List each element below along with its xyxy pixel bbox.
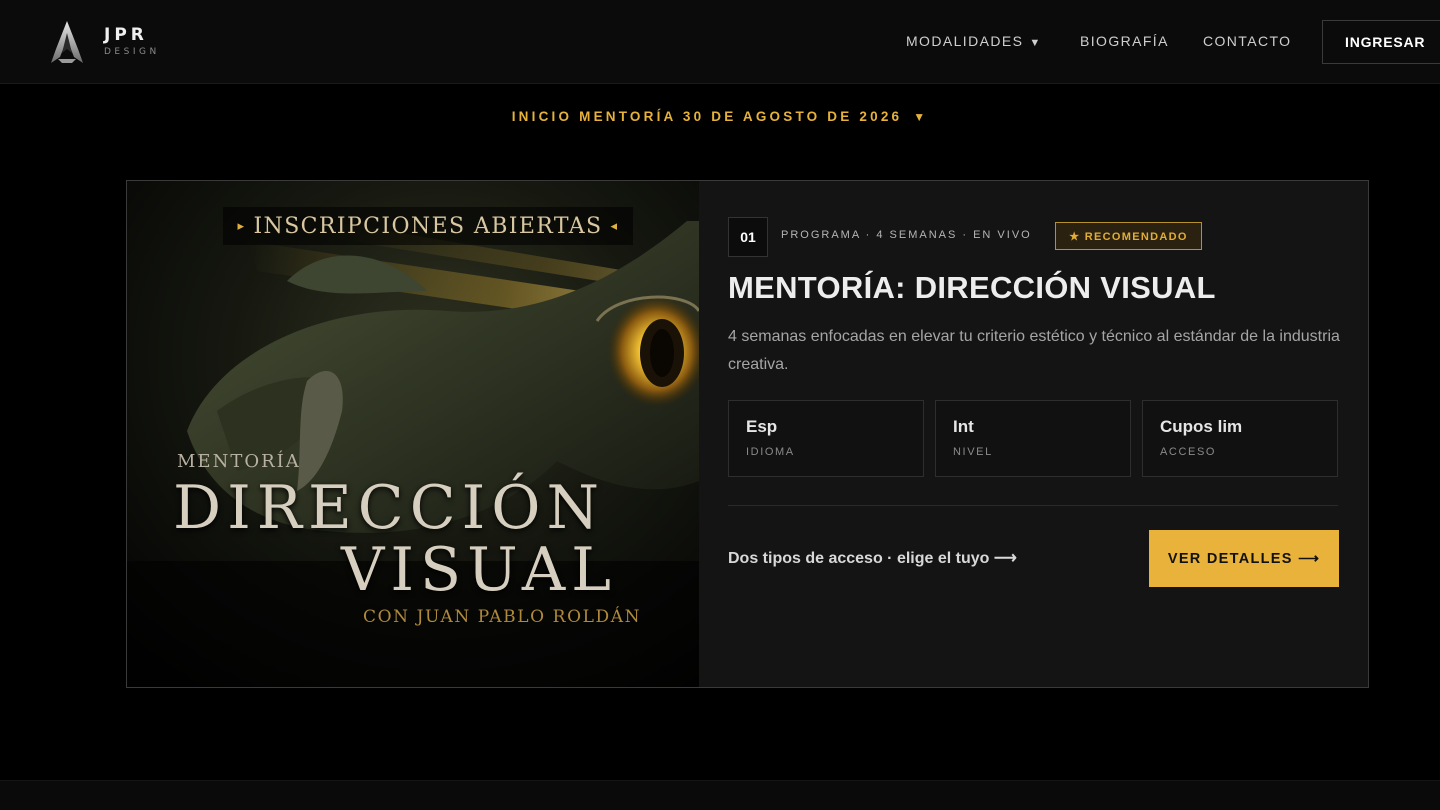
divider xyxy=(728,505,1338,506)
logo-subtitle: DESIGN xyxy=(104,47,160,57)
poster-byline: CON JUAN PABLO ROLDÁN xyxy=(363,607,642,627)
poster-kicker: MENTORÍA xyxy=(177,451,301,472)
site-logo[interactable]: JPR DESIGN xyxy=(48,18,160,66)
triangle-left-icon: ◂ xyxy=(610,218,619,234)
poster-banner-text: INSCRIPCIONES ABIERTAS xyxy=(253,213,603,239)
mentorship-start-announcement[interactable]: INICIO MENTORÍA 30 DE AGOSTO DE 2026 ▼ xyxy=(0,109,1440,124)
login-button[interactable]: INGRESAR xyxy=(1322,20,1440,64)
poster-banner: ▸ INSCRIPCIONES ABIERTAS ◂ xyxy=(223,207,633,245)
poster-title-line2: VISUAL xyxy=(341,535,618,605)
site-header: JPR DESIGN MODALIDADES ▼ BIOGRAFÍA CONTAC… xyxy=(0,0,1440,84)
view-details-button[interactable]: VER DETALLES ⟶ xyxy=(1149,530,1339,587)
nav-modalidades-label: MODALIDADES xyxy=(906,33,1024,49)
stat-value: Int xyxy=(953,417,974,436)
program-title: MENTORÍA: DIRECCIÓN VISUAL xyxy=(728,270,1216,305)
stat-nivel: Int NIVEL xyxy=(935,400,1131,477)
nav-modalidades[interactable]: MODALIDADES ▼ xyxy=(906,33,1042,49)
caret-down-icon: ▼ xyxy=(913,110,929,124)
stat-value: Cupos lim xyxy=(1160,417,1243,436)
jpr-emblem-icon xyxy=(51,21,83,63)
nav-contacto[interactable]: CONTACTO xyxy=(1203,33,1291,49)
chevron-down-icon: ▼ xyxy=(1029,37,1042,49)
stat-label: NIVEL xyxy=(953,446,993,458)
stat-label: IDIOMA xyxy=(746,446,795,458)
nav-biografia[interactable]: BIOGRAFÍA xyxy=(1080,33,1169,49)
program-number: 01 xyxy=(728,217,768,257)
logo-wordmark: JPR xyxy=(104,25,148,45)
program-description: 4 semanas enfocadas en elevar tu criteri… xyxy=(728,328,1340,373)
stat-label: ACCESO xyxy=(1160,446,1217,458)
poster-title-line1: DIRECCIÓN xyxy=(173,473,605,543)
stat-acceso: Cupos lim ACCESO xyxy=(1142,400,1338,477)
program-card: ▸ INSCRIPCIONES ABIERTAS ◂ MENTORÍA DIRE… xyxy=(126,180,1369,688)
triangle-right-icon: ▸ xyxy=(237,218,246,234)
recommended-badge: ★ RECOMENDADO xyxy=(1055,222,1202,250)
program-info: 01 PROGRAMA · 4 SEMANAS · EN VIVO ★ RECO… xyxy=(699,181,1368,687)
footer-strip xyxy=(0,780,1440,810)
access-types-link[interactable]: Dos tipos de acceso · elige el tuyo ⟶ xyxy=(728,548,1017,568)
announcement-text: INICIO MENTORÍA 30 DE AGOSTO DE 2026 xyxy=(511,109,903,124)
program-poster: ▸ INSCRIPCIONES ABIERTAS ◂ MENTORÍA DIRE… xyxy=(127,181,699,687)
stat-value: Esp xyxy=(746,417,778,436)
program-meta: PROGRAMA · 4 SEMANAS · EN VIVO xyxy=(781,229,1032,241)
stat-idioma: Esp IDIOMA xyxy=(728,400,924,477)
